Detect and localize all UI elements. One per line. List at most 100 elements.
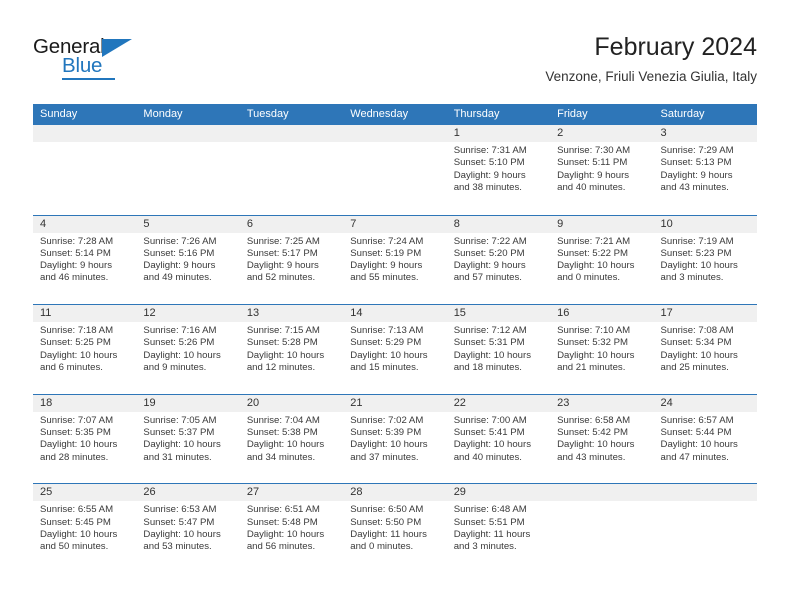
- sunset-line: Sunset: 5:26 PM: [143, 337, 215, 349]
- day-cell[interactable]: 5 Sunrise: 7:26 AM Sunset: 5:16 PM Dayli…: [136, 215, 240, 305]
- sunrise-line: Sunrise: 6:51 AM: [246, 504, 320, 516]
- daylight-line-2: and 18 minutes.: [453, 362, 522, 374]
- daylight-line-2: and 37 minutes.: [350, 451, 419, 463]
- day-cell[interactable]: 7 Sunrise: 7:24 AM Sunset: 5:19 PM Dayli…: [343, 215, 447, 305]
- generalblue-logo[interactable]: General Blue: [33, 36, 153, 82]
- sunrise-line: Sunrise: 7:19 AM: [660, 235, 734, 247]
- day-cell[interactable]: [239, 125, 344, 215]
- day-cell[interactable]: [33, 125, 137, 215]
- day-cell[interactable]: 4 Sunrise: 7:28 AM Sunset: 5:14 PM Dayli…: [33, 215, 137, 305]
- sunset-line: Sunset: 5:34 PM: [660, 337, 732, 349]
- day-cell[interactable]: 8 Sunrise: 7:22 AM Sunset: 5:20 PM Dayli…: [446, 215, 551, 305]
- day-details: Sunrise: 7:16 AM Sunset: 5:26 PM Dayligh…: [136, 322, 239, 374]
- day-cell[interactable]: 23 Sunrise: 6:58 AM Sunset: 5:42 PM Dayl…: [550, 394, 654, 484]
- day-cell[interactable]: 10 Sunrise: 7:19 AM Sunset: 5:23 PM Dayl…: [653, 215, 757, 305]
- day-details: [33, 142, 136, 145]
- day-cell[interactable]: 16 Sunrise: 7:10 AM Sunset: 5:32 PM Dayl…: [550, 305, 654, 394]
- sunrise-line: Sunrise: 7:30 AM: [557, 145, 631, 156]
- day-details: Sunrise: 6:57 AM Sunset: 5:44 PM Dayligh…: [654, 412, 757, 464]
- sunset-line: Sunset: 5:50 PM: [350, 516, 422, 528]
- daylight-line-1: Daylight: 10 hours: [350, 349, 428, 361]
- day-number: 29: [446, 484, 551, 502]
- sunset-line: Sunset: 5:14 PM: [40, 247, 111, 259]
- day-cell[interactable]: 3 Sunrise: 7:29 AM Sunset: 5:13 PM Dayli…: [653, 125, 757, 215]
- daylight-line-1: Daylight: 10 hours: [40, 439, 118, 451]
- sunrise-line: Sunrise: 7:28 AM: [40, 235, 114, 247]
- sunset-line: Sunset: 5:41 PM: [453, 427, 525, 439]
- sunrise-line: Sunrise: 7:04 AM: [246, 414, 320, 426]
- daylight-line-1: Daylight: 9 hours: [143, 260, 216, 272]
- daylight-line-2: and 0 minutes.: [350, 541, 414, 553]
- sunset-line: Sunset: 5:45 PM: [40, 516, 111, 528]
- day-cell[interactable]: 19 Sunrise: 7:05 AM Sunset: 5:37 PM Dayl…: [136, 394, 240, 484]
- day-details: Sunrise: 7:05 AM Sunset: 5:37 PM Dayligh…: [136, 412, 239, 464]
- day-details: Sunrise: 7:04 AM Sunset: 5:38 PM Dayligh…: [240, 412, 343, 464]
- day-cell[interactable]: 1 Sunrise: 7:31 AM Sunset: 5:10 PM Dayli…: [446, 125, 551, 215]
- daylight-line-2: and 52 minutes.: [246, 272, 316, 284]
- daylight-line-1: Daylight: 10 hours: [557, 349, 635, 361]
- calendar-week-row: 1 Sunrise: 7:31 AM Sunset: 5:10 PM Dayli…: [33, 125, 757, 215]
- day-cell[interactable]: 17 Sunrise: 7:08 AM Sunset: 5:34 PM Dayl…: [653, 305, 757, 394]
- daylight-line-2: and 53 minutes.: [143, 541, 212, 553]
- day-details: Sunrise: 7:21 AM Sunset: 5:22 PM Dayligh…: [550, 233, 653, 285]
- calendar-weekday-header-row: Sunday Monday Tuesday Wednesday Thursday…: [33, 104, 757, 125]
- daylight-line-1: Daylight: 10 hours: [660, 260, 738, 272]
- daylight-line-1: Daylight: 10 hours: [246, 349, 325, 361]
- day-cell[interactable]: 28 Sunrise: 6:50 AM Sunset: 5:50 PM Dayl…: [343, 484, 447, 573]
- daylight-line-2: and 50 minutes.: [40, 541, 109, 553]
- day-number: 19: [136, 394, 240, 412]
- sunset-line: Sunset: 5:44 PM: [660, 427, 732, 439]
- day-number: 1: [446, 125, 551, 142]
- day-cell[interactable]: 24 Sunrise: 6:57 AM Sunset: 5:44 PM Dayl…: [653, 394, 757, 484]
- day-cell[interactable]: [653, 484, 757, 573]
- day-cell[interactable]: 25 Sunrise: 6:55 AM Sunset: 5:45 PM Dayl…: [33, 484, 137, 573]
- sunset-line: Sunset: 5:17 PM: [246, 247, 318, 259]
- daylight-line-2: and 40 minutes.: [453, 451, 522, 463]
- day-cell[interactable]: [550, 484, 654, 573]
- day-cell[interactable]: 13 Sunrise: 7:15 AM Sunset: 5:28 PM Dayl…: [239, 305, 344, 394]
- daylight-line-2: and 46 minutes.: [40, 272, 109, 284]
- day-details: [550, 501, 653, 504]
- day-cell[interactable]: 27 Sunrise: 6:51 AM Sunset: 5:48 PM Dayl…: [239, 484, 344, 573]
- day-cell[interactable]: [343, 125, 447, 215]
- daylight-line-2: and 43 minutes.: [557, 451, 626, 463]
- daylight-line-2: and 0 minutes.: [557, 272, 621, 284]
- day-details: Sunrise: 7:28 AM Sunset: 5:14 PM Dayligh…: [33, 233, 136, 285]
- day-number: 15: [446, 305, 551, 323]
- day-number: 10: [653, 215, 757, 233]
- day-cell[interactable]: 18 Sunrise: 7:07 AM Sunset: 5:35 PM Dayl…: [33, 394, 137, 484]
- day-cell[interactable]: 15 Sunrise: 7:12 AM Sunset: 5:31 PM Dayl…: [446, 305, 551, 394]
- sunrise-line: Sunrise: 6:53 AM: [143, 504, 217, 516]
- sunset-line: Sunset: 5:38 PM: [246, 427, 318, 439]
- sunset-line: Sunset: 5:22 PM: [557, 247, 629, 259]
- sunrise-line: Sunrise: 7:16 AM: [143, 325, 217, 337]
- sunrise-line: Sunrise: 7:02 AM: [350, 414, 424, 426]
- day-cell[interactable]: 20 Sunrise: 7:04 AM Sunset: 5:38 PM Dayl…: [239, 394, 344, 484]
- day-cell[interactable]: 12 Sunrise: 7:16 AM Sunset: 5:26 PM Dayl…: [136, 305, 240, 394]
- daylight-line-2: and 40 minutes.: [557, 181, 626, 193]
- day-cell[interactable]: 22 Sunrise: 7:00 AM Sunset: 5:41 PM Dayl…: [446, 394, 551, 484]
- daylight-line-1: Daylight: 11 hours: [350, 528, 427, 540]
- day-cell[interactable]: 2 Sunrise: 7:30 AM Sunset: 5:11 PM Dayli…: [550, 125, 654, 215]
- daylight-line-1: Daylight: 10 hours: [246, 439, 325, 451]
- calendar-week-row: 25 Sunrise: 6:55 AM Sunset: 5:45 PM Dayl…: [33, 483, 757, 573]
- day-cell[interactable]: 21 Sunrise: 7:02 AM Sunset: 5:39 PM Dayl…: [343, 394, 447, 484]
- day-cell[interactable]: 26 Sunrise: 6:53 AM Sunset: 5:47 PM Dayl…: [136, 484, 240, 573]
- day-cell[interactable]: [136, 125, 240, 215]
- sunrise-line: Sunrise: 7:10 AM: [557, 325, 631, 337]
- day-number: [343, 125, 447, 142]
- day-cell[interactable]: 11 Sunrise: 7:18 AM Sunset: 5:25 PM Dayl…: [33, 305, 137, 394]
- daylight-line-1: Daylight: 10 hours: [246, 528, 325, 540]
- day-cell[interactable]: 29 Sunrise: 6:48 AM Sunset: 5:51 PM Dayl…: [446, 484, 551, 573]
- weekday-header-friday: Friday: [557, 108, 588, 120]
- day-cell[interactable]: 14 Sunrise: 7:13 AM Sunset: 5:29 PM Dayl…: [343, 305, 447, 394]
- sunrise-line: Sunrise: 7:29 AM: [660, 145, 734, 156]
- day-cell[interactable]: 6 Sunrise: 7:25 AM Sunset: 5:17 PM Dayli…: [239, 215, 344, 305]
- day-details: [654, 501, 757, 504]
- day-details: Sunrise: 6:53 AM Sunset: 5:47 PM Dayligh…: [136, 501, 239, 553]
- day-details: Sunrise: 7:02 AM Sunset: 5:39 PM Dayligh…: [343, 412, 446, 464]
- sunset-line: Sunset: 5:47 PM: [143, 516, 215, 528]
- page-header: General Blue February 2024 Venzone, Friu…: [0, 0, 792, 100]
- day-cell[interactable]: 9 Sunrise: 7:21 AM Sunset: 5:22 PM Dayli…: [550, 215, 654, 305]
- day-details: Sunrise: 7:00 AM Sunset: 5:41 PM Dayligh…: [447, 412, 550, 464]
